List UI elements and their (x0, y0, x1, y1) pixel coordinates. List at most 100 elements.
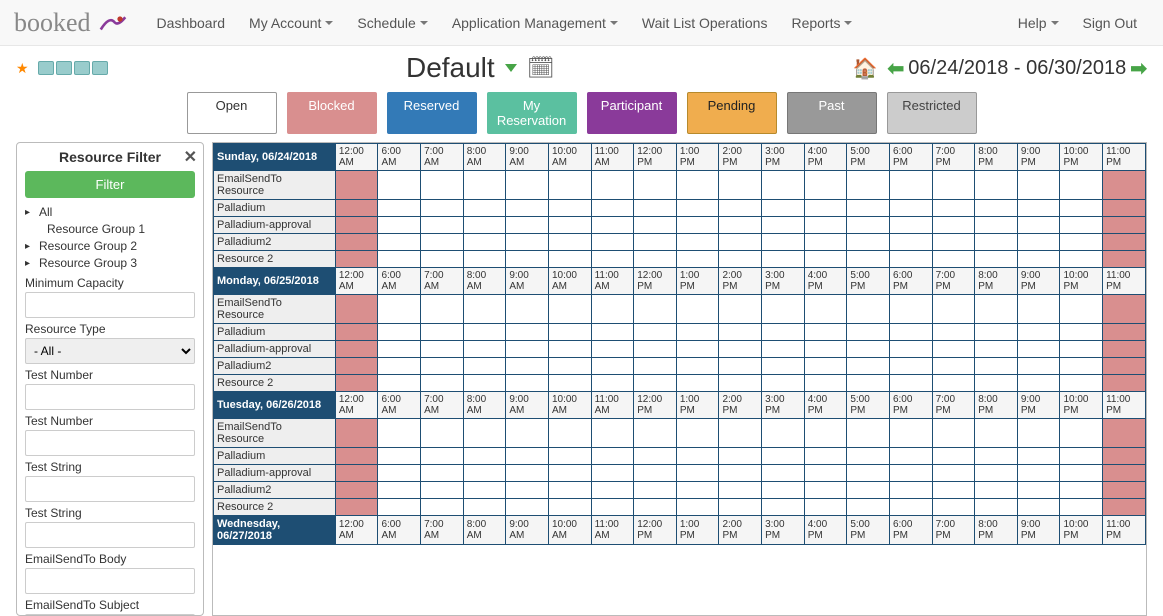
slot-cell[interactable] (932, 295, 975, 324)
slot-cell[interactable] (762, 465, 805, 482)
slot-cell[interactable] (335, 251, 378, 268)
resource-name[interactable]: Palladium2 (214, 358, 336, 375)
slot-cell[interactable] (676, 448, 719, 465)
slot-cell[interactable] (335, 171, 378, 200)
slot-cell[interactable] (1060, 499, 1103, 516)
slot-cell[interactable] (506, 295, 549, 324)
slot-cell[interactable] (932, 324, 975, 341)
slot-cell[interactable] (634, 375, 677, 392)
slot-cell[interactable] (506, 171, 549, 200)
slot-cell[interactable] (804, 295, 847, 324)
slot-cell[interactable] (421, 499, 464, 516)
slot-cell[interactable] (1060, 465, 1103, 482)
slot-cell[interactable] (335, 358, 378, 375)
slot-cell[interactable] (421, 341, 464, 358)
slot-cell[interactable] (1103, 234, 1146, 251)
slot-cell[interactable] (548, 295, 591, 324)
slot-cell[interactable] (1017, 234, 1060, 251)
slot-cell[interactable] (719, 200, 762, 217)
slot-cell[interactable] (591, 324, 634, 341)
slot-cell[interactable] (548, 375, 591, 392)
slot-cell[interactable] (975, 295, 1018, 324)
slot-cell[interactable] (1103, 341, 1146, 358)
slot-cell[interactable] (1060, 482, 1103, 499)
slot-cell[interactable] (719, 465, 762, 482)
slot-cell[interactable] (634, 171, 677, 200)
home-icon[interactable]: 🏠 (853, 56, 878, 81)
slot-cell[interactable] (335, 295, 378, 324)
slot-cell[interactable] (889, 200, 932, 217)
day-label[interactable]: Sunday, 06/24/2018 (214, 144, 336, 171)
slot-cell[interactable] (1060, 448, 1103, 465)
slot-cell[interactable] (847, 171, 890, 200)
slot-cell[interactable] (634, 419, 677, 448)
slot-cell[interactable] (975, 251, 1018, 268)
slot-cell[interactable] (889, 419, 932, 448)
slot-cell[interactable] (762, 419, 805, 448)
slot-cell[interactable] (335, 419, 378, 448)
slot-cell[interactable] (591, 375, 634, 392)
slot-cell[interactable] (421, 448, 464, 465)
slot-cell[interactable] (676, 482, 719, 499)
slot-cell[interactable] (506, 465, 549, 482)
slot-cell[interactable] (463, 217, 506, 234)
slot-cell[interactable] (506, 482, 549, 499)
slot-cell[interactable] (719, 217, 762, 234)
slot-cell[interactable] (634, 200, 677, 217)
slot-cell[interactable] (591, 200, 634, 217)
schedule-select[interactable]: Default 🗓 (108, 52, 853, 84)
day-label[interactable]: Wednesday, 06/27/2018 (214, 516, 336, 545)
slot-cell[interactable] (1017, 482, 1060, 499)
slot-cell[interactable] (762, 358, 805, 375)
slot-cell[interactable] (335, 448, 378, 465)
slot-cell[interactable] (378, 448, 421, 465)
slot-cell[interactable] (1060, 324, 1103, 341)
nav-wait-list[interactable]: Wait List Operations (630, 0, 780, 46)
slot-cell[interactable] (719, 448, 762, 465)
slot-cell[interactable] (889, 217, 932, 234)
slot-cell[interactable] (762, 324, 805, 341)
slot-cell[interactable] (548, 499, 591, 516)
slot-cell[interactable] (463, 499, 506, 516)
slot-cell[interactable] (421, 251, 464, 268)
slot-cell[interactable] (847, 375, 890, 392)
slot-cell[interactable] (634, 324, 677, 341)
slot-cell[interactable] (847, 217, 890, 234)
slot-cell[interactable] (506, 200, 549, 217)
slot-cell[interactable] (676, 499, 719, 516)
slot-cell[interactable] (847, 499, 890, 516)
slot-cell[interactable] (591, 499, 634, 516)
slot-cell[interactable] (506, 448, 549, 465)
slot-cell[interactable] (889, 251, 932, 268)
slot-cell[interactable] (1060, 251, 1103, 268)
day-label[interactable]: Monday, 06/25/2018 (214, 268, 336, 295)
test-number-2-input[interactable] (25, 430, 195, 456)
slot-cell[interactable] (1060, 295, 1103, 324)
resource-name[interactable]: Palladium (214, 324, 336, 341)
prev-week-icon[interactable]: ⬅ (888, 56, 905, 81)
slot-cell[interactable] (975, 419, 1018, 448)
slot-cell[interactable] (1017, 200, 1060, 217)
slot-cell[interactable] (463, 448, 506, 465)
slot-cell[interactable] (634, 295, 677, 324)
slot-cell[interactable] (421, 217, 464, 234)
slot-cell[interactable] (335, 375, 378, 392)
slot-cell[interactable] (378, 217, 421, 234)
slot-cell[interactable] (421, 171, 464, 200)
slot-cell[interactable] (762, 499, 805, 516)
slot-cell[interactable] (975, 499, 1018, 516)
calendar-icon[interactable]: 🗓 (527, 55, 555, 81)
slot-cell[interactable] (975, 200, 1018, 217)
slot-cell[interactable] (975, 341, 1018, 358)
slot-cell[interactable] (719, 324, 762, 341)
resource-name[interactable]: Palladium-approval (214, 217, 336, 234)
slot-cell[interactable] (889, 358, 932, 375)
slot-cell[interactable] (889, 499, 932, 516)
slot-cell[interactable] (335, 234, 378, 251)
slot-cell[interactable] (378, 171, 421, 200)
slot-cell[interactable] (506, 251, 549, 268)
slot-cell[interactable] (932, 251, 975, 268)
slot-cell[interactable] (335, 217, 378, 234)
view-icon-3[interactable] (74, 61, 90, 75)
slot-cell[interactable] (634, 499, 677, 516)
